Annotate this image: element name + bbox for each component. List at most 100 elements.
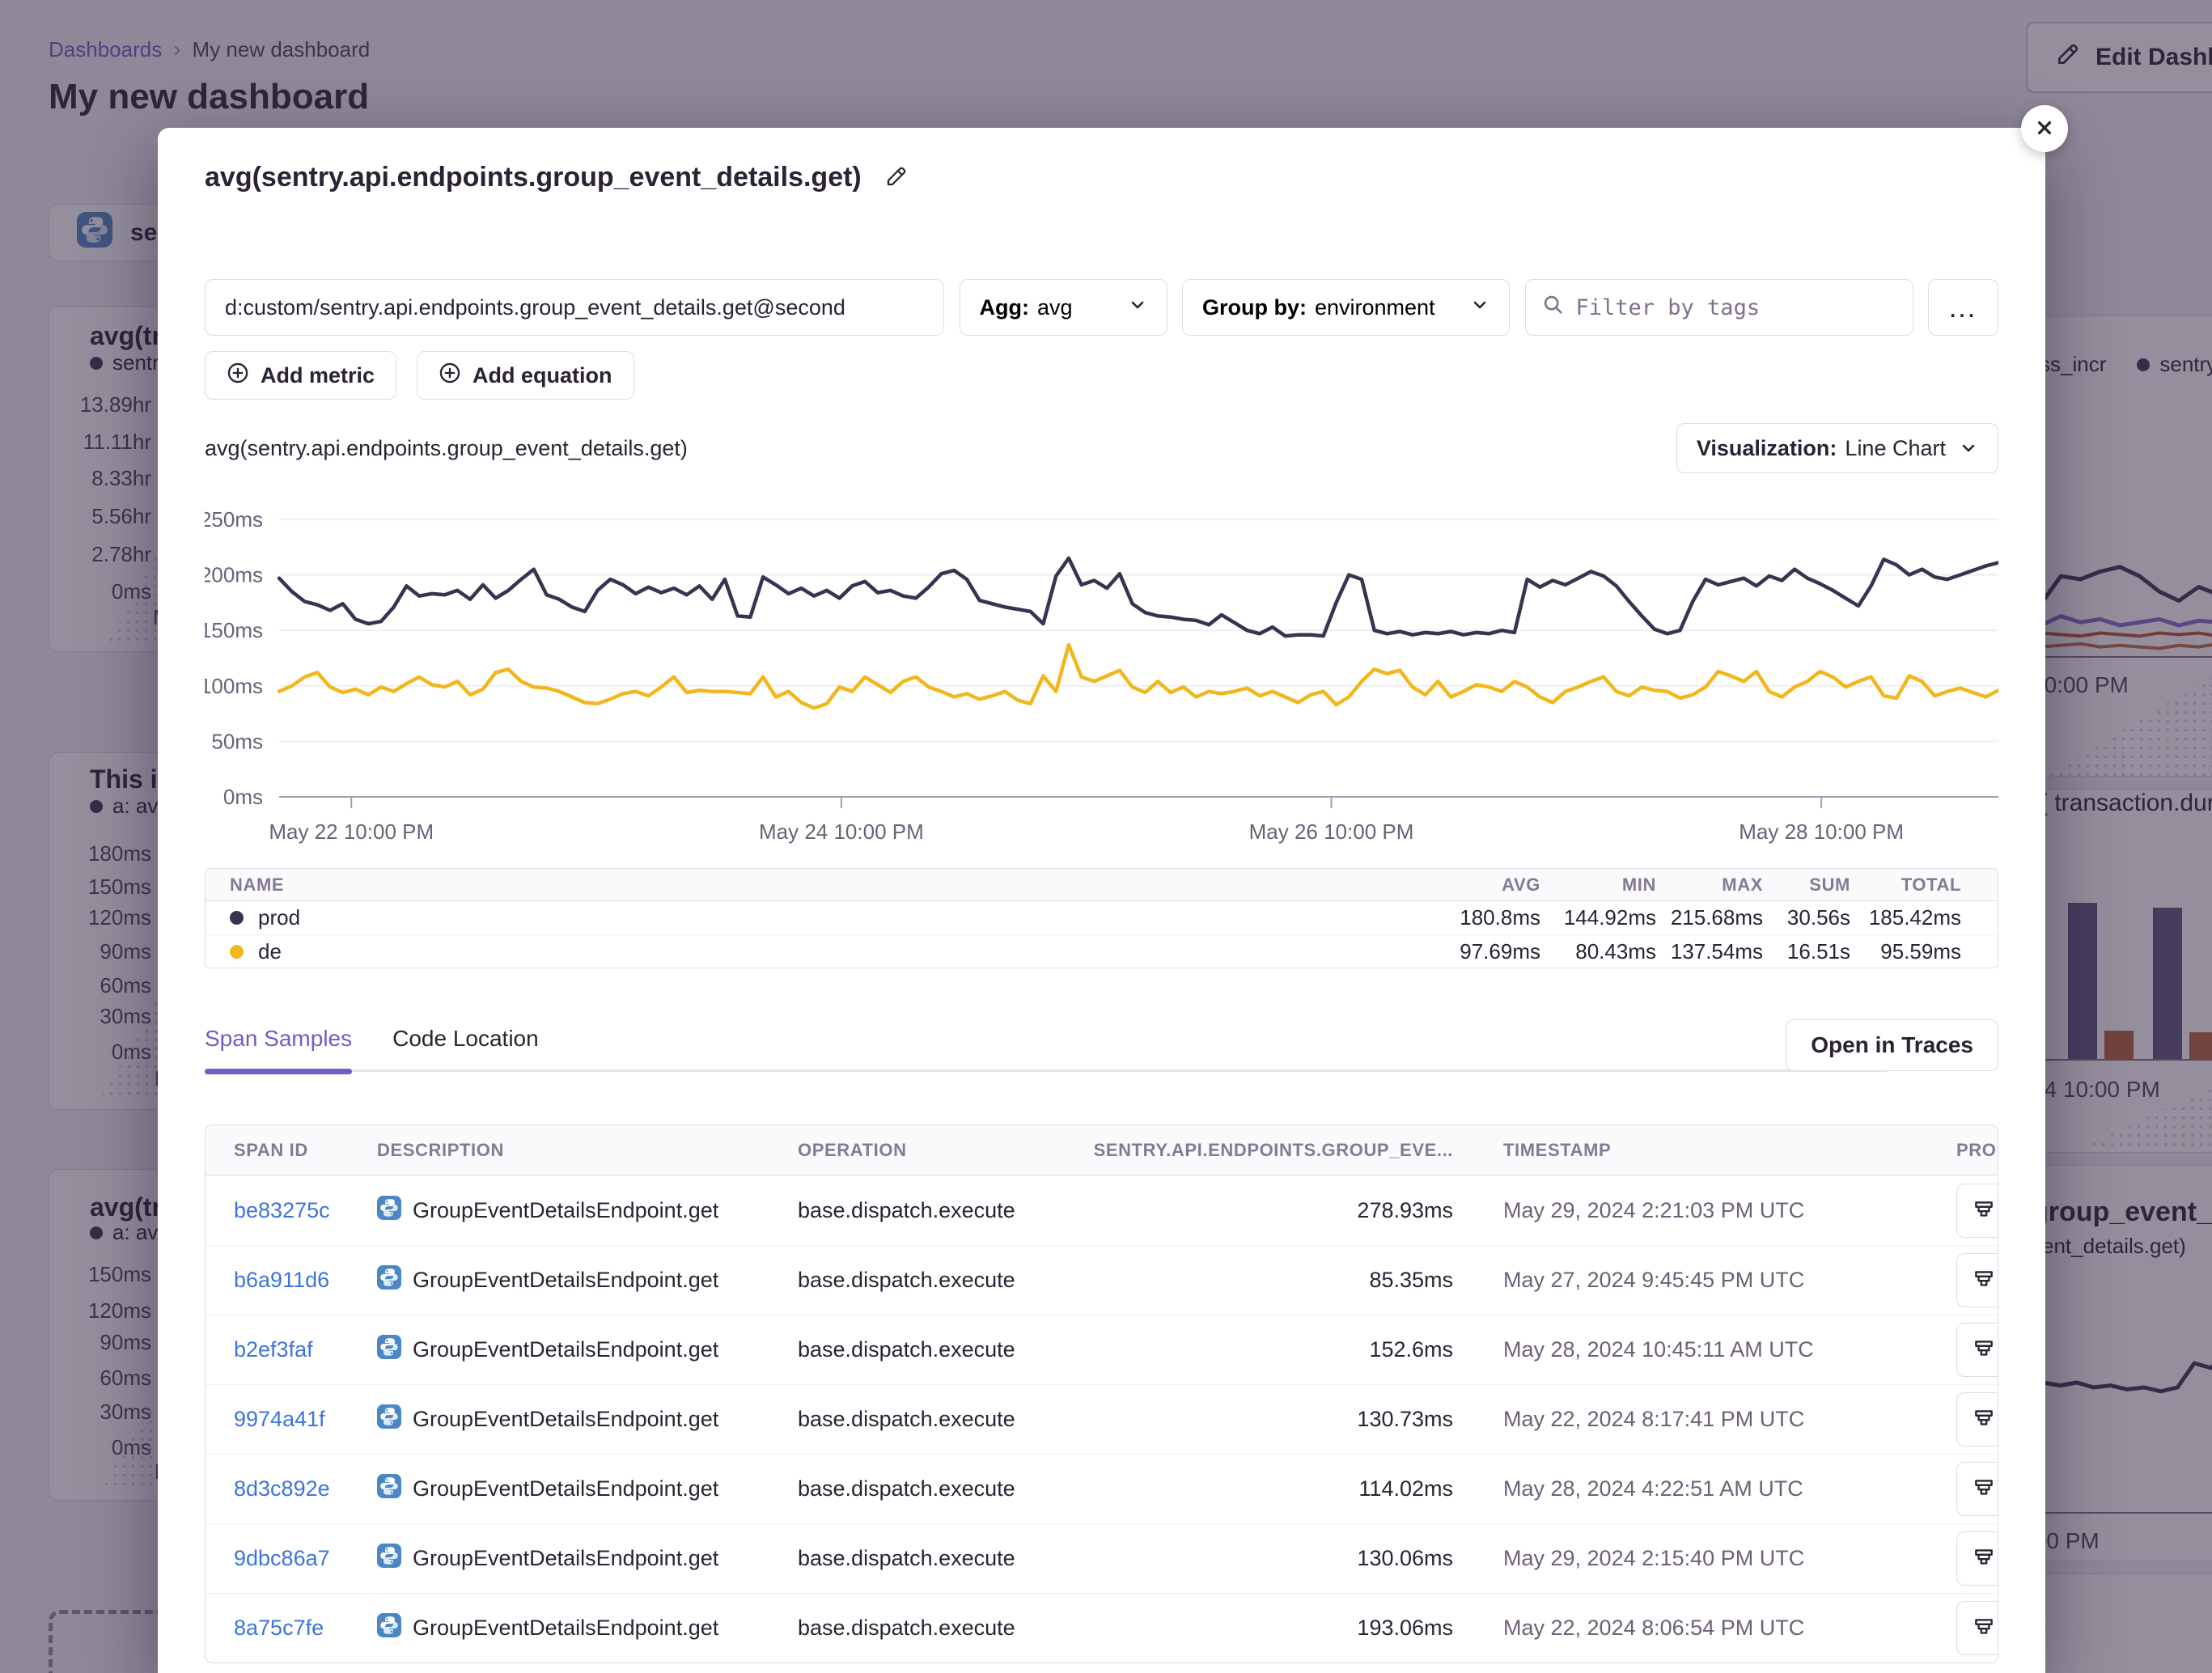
- span-timestamp: May 29, 2024 2:21:03 PM UTC: [1453, 1198, 1956, 1223]
- svg-text:200ms: 200ms: [205, 563, 263, 587]
- visualization-select[interactable]: Visualization: Line Chart: [1676, 423, 1998, 473]
- python-icon: [377, 1196, 401, 1226]
- span-timestamp: May 22, 2024 8:17:41 PM UTC: [1453, 1407, 1956, 1432]
- span-description: GroupEventDetailsEndpoint.get: [413, 1337, 718, 1362]
- svg-text:150ms: 150ms: [205, 618, 263, 642]
- span-id-link[interactable]: 9dbc86a7: [234, 1546, 330, 1570]
- span-duration: 193.06ms: [1087, 1616, 1453, 1641]
- span-operation: base.dispatch.execute: [798, 1198, 1087, 1223]
- span-duration: 114.02ms: [1087, 1476, 1453, 1501]
- span-id-link[interactable]: 9974a41f: [234, 1407, 325, 1431]
- tag-filter-input[interactable]: [1576, 295, 1896, 320]
- visualization-label: Visualization:: [1697, 436, 1837, 461]
- profile-button[interactable]: [1956, 1323, 1998, 1377]
- sample-row: 8d3c892e GroupEventDetailsEndpoint.get b…: [206, 1454, 1998, 1523]
- span-id-link[interactable]: b6a911d6: [234, 1268, 329, 1292]
- chevron-down-icon: [1959, 438, 1978, 458]
- svg-text:50ms: 50ms: [211, 729, 263, 753]
- profile-flamegraph-icon: [1972, 1545, 1996, 1572]
- group-by-label: Group by:: [1202, 295, 1307, 320]
- span-operation: base.dispatch.execute: [798, 1268, 1087, 1293]
- summary-header-row: NAME AVG MIN MAX SUM TOTAL: [206, 869, 1998, 901]
- visualization-value: Line Chart: [1845, 436, 1946, 461]
- chart-title: avg(sentry.api.endpoints.group_event_det…: [205, 436, 688, 461]
- span-timestamp: May 28, 2024 10:45:11 AM UTC: [1453, 1337, 1956, 1362]
- sample-row: 9dbc86a7 GroupEventDetailsEndpoint.get b…: [206, 1523, 1998, 1593]
- span-description: GroupEventDetailsEndpoint.get: [413, 1546, 718, 1571]
- aggregation-select[interactable]: Agg: avg: [960, 279, 1167, 336]
- profile-button[interactable]: [1956, 1184, 1998, 1238]
- profile-button[interactable]: [1956, 1462, 1998, 1516]
- svg-text:0ms: 0ms: [223, 785, 263, 809]
- python-icon: [377, 1335, 401, 1365]
- sample-row: be83275c GroupEventDetailsEndpoint.get b…: [206, 1175, 1998, 1245]
- profile-flamegraph-icon: [1972, 1197, 1996, 1224]
- chevron-down-icon: [1470, 295, 1489, 320]
- add-metric-button[interactable]: Add metric: [205, 351, 396, 400]
- span-operation: base.dispatch.execute: [798, 1546, 1087, 1571]
- span-description: GroupEventDetailsEndpoint.get: [413, 1198, 718, 1223]
- close-icon: [2032, 116, 2057, 142]
- span-description: GroupEventDetailsEndpoint.get: [413, 1268, 718, 1293]
- span-operation: base.dispatch.execute: [798, 1616, 1087, 1641]
- svg-text:May 24 10:00 PM: May 24 10:00 PM: [759, 820, 924, 844]
- span-description: GroupEventDetailsEndpoint.get: [413, 1616, 718, 1641]
- svg-text:100ms: 100ms: [205, 674, 263, 698]
- agg-value: avg: [1037, 295, 1073, 320]
- profile-flamegraph-icon: [1972, 1336, 1996, 1363]
- tab-code-location[interactable]: Code Location: [392, 1026, 539, 1052]
- close-button[interactable]: [2021, 105, 2068, 152]
- svg-text:May 22 10:00 PM: May 22 10:00 PM: [269, 820, 434, 844]
- series-color-dot: [230, 911, 244, 925]
- span-timestamp: May 29, 2024 2:15:40 PM UTC: [1453, 1546, 1956, 1571]
- span-timestamp: May 27, 2024 9:45:45 PM UTC: [1453, 1268, 1956, 1293]
- profile-flamegraph-icon: [1972, 1267, 1996, 1294]
- profile-flamegraph-icon: [1972, 1406, 1996, 1433]
- metric-details-modal: avg(sentry.api.endpoints.group_event_det…: [158, 128, 2045, 1673]
- agg-label: Agg:: [980, 295, 1029, 320]
- group-by-select[interactable]: Group by: environment: [1182, 279, 1510, 336]
- tab-span-samples[interactable]: Span Samples: [205, 1026, 352, 1052]
- search-icon: [1542, 294, 1565, 322]
- profile-button[interactable]: [1956, 1253, 1998, 1307]
- span-operation: base.dispatch.execute: [798, 1337, 1087, 1362]
- samples-tabs: Span Samples Code Location Open in Trace…: [205, 1026, 1998, 1072]
- pencil-icon: [884, 164, 909, 191]
- profile-button[interactable]: [1956, 1392, 1998, 1446]
- sample-row: 9974a41f GroupEventDetailsEndpoint.get b…: [206, 1384, 1998, 1454]
- query-overflow-button[interactable]: …: [1928, 279, 1998, 336]
- profile-button[interactable]: [1956, 1601, 1998, 1655]
- span-timestamp: May 22, 2024 8:06:54 PM UTC: [1453, 1616, 1956, 1641]
- span-id-link[interactable]: 8d3c892e: [234, 1476, 330, 1501]
- open-in-traces-button[interactable]: Open in Traces: [1786, 1019, 1998, 1071]
- metric-query-input[interactable]: [205, 279, 944, 336]
- python-icon: [377, 1265, 401, 1295]
- python-icon: [377, 1404, 401, 1434]
- span-id-link[interactable]: 8a75c7fe: [234, 1616, 324, 1640]
- plus-circle-icon: [227, 362, 249, 390]
- span-id-link[interactable]: b2ef3faf: [234, 1337, 313, 1362]
- span-timestamp: May 28, 2024 4:22:51 AM UTC: [1453, 1476, 1956, 1501]
- span-operation: base.dispatch.execute: [798, 1407, 1087, 1432]
- query-builder: Agg: avg Group by: environment …: [205, 279, 1998, 336]
- summary-row-prod[interactable]: prod 180.8ms 144.92ms 215.68ms 30.56s 18…: [206, 901, 1998, 934]
- svg-text:May 28 10:00 PM: May 28 10:00 PM: [1739, 820, 1904, 844]
- metric-line-chart[interactable]: 0ms 50ms 100ms 150ms 200ms 250ms May 22 10:00 …: [205, 508, 1998, 856]
- samples-header-row: SPAN ID DESCRIPTION OPERATION SENTRY.API…: [206, 1125, 1998, 1175]
- sample-row: b6a911d6 GroupEventDetailsEndpoint.get b…: [206, 1245, 1998, 1315]
- series-summary-table: NAME AVG MIN MAX SUM TOTAL prod 180.8ms …: [205, 868, 1998, 968]
- span-id-link[interactable]: be83275c: [234, 1198, 330, 1222]
- add-equation-button[interactable]: Add equation: [417, 351, 634, 400]
- span-samples-table: SPAN ID DESCRIPTION OPERATION SENTRY.API…: [205, 1125, 1998, 1663]
- svg-text:May 26 10:00 PM: May 26 10:00 PM: [1249, 820, 1414, 844]
- profile-button[interactable]: [1956, 1531, 1998, 1586]
- summary-row-de[interactable]: de 97.69ms 80.43ms 137.54ms 16.51s 95.59…: [206, 934, 1998, 968]
- span-duration: 130.73ms: [1087, 1407, 1453, 1432]
- tag-filter-field: [1525, 279, 1913, 336]
- svg-text:250ms: 250ms: [205, 508, 263, 532]
- span-duration: 152.6ms: [1087, 1337, 1453, 1362]
- rename-metric-button[interactable]: [884, 164, 909, 191]
- span-operation: base.dispatch.execute: [798, 1476, 1087, 1501]
- sample-row: 8a75c7fe GroupEventDetailsEndpoint.get b…: [206, 1593, 1998, 1662]
- span-description: GroupEventDetailsEndpoint.get: [413, 1407, 718, 1432]
